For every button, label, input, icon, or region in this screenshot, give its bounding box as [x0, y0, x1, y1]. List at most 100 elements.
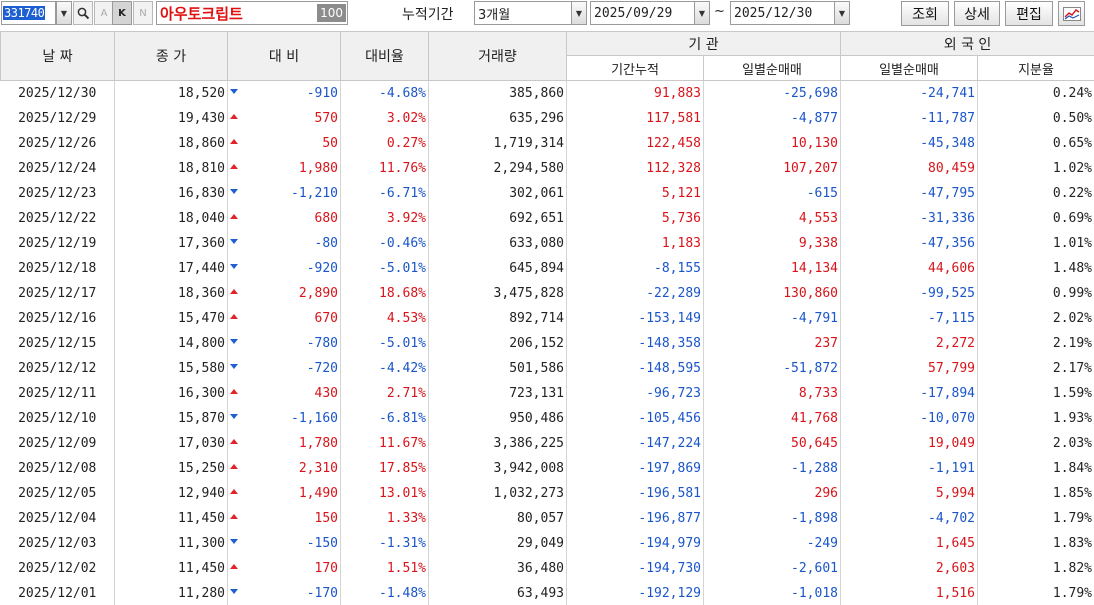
table-row[interactable]: 2025/12/18 17,440 -920 -5.01% 645,894 -8,155 1…: [0, 255, 1094, 281]
cell-close-value: 18,860: [178, 135, 225, 151]
table-row[interactable]: 2025/12/24 18,810 1,980 11.76% 2,294,580 112,…: [0, 155, 1094, 181]
cell-inst-daily-value: 50,645: [791, 435, 838, 451]
table-row[interactable]: 2025/12/09 17,030 1,780 11.67% 3,386,225 -147…: [0, 430, 1094, 456]
edit-button[interactable]: 편집: [1005, 1, 1053, 26]
cell-inst-daily: 50,645: [703, 430, 841, 456]
cell-date: 2025/12/01: [0, 580, 115, 605]
k-button[interactable]: K: [112, 1, 132, 25]
up-triangle-icon: [230, 563, 238, 569]
table-row[interactable]: 2025/12/02 11,450 170 1.51% 36,480 -194,730 -2…: [0, 555, 1094, 581]
a-button[interactable]: A: [94, 1, 114, 25]
cell-change-rate-value: 2.71%: [386, 385, 426, 401]
down-triangle-icon: [230, 238, 238, 244]
stock-code-dropdown-button[interactable]: ▼: [56, 1, 72, 25]
chart-button[interactable]: [1058, 1, 1085, 26]
col-header-inst-cumulative[interactable]: 기간누적: [566, 55, 704, 81]
cell-volume-value: 950,486: [509, 410, 564, 426]
table-row[interactable]: 2025/12/19 17,360 -80 -0.46% 633,080 1,183 9,3…: [0, 230, 1094, 256]
cell-change-value: 2,310: [298, 460, 338, 476]
cell-close: 18,360: [114, 280, 228, 306]
cell-date-value: 2025/12/05: [18, 485, 97, 501]
date-to-input[interactable]: 2025/12/30: [730, 1, 850, 25]
cell-inst-cumulative-value: -22,289: [646, 285, 701, 301]
cell-foreign-daily: -47,795: [840, 180, 978, 206]
table-row[interactable]: 2025/12/01 11,280 -170 -1.48% 63,493 -192,129…: [0, 580, 1094, 605]
cell-change-rate-value: -4.68%: [379, 85, 426, 101]
table-row[interactable]: 2025/12/11 16,300 430 2.71% 723,131 -96,723 8,…: [0, 380, 1094, 406]
col-header-date[interactable]: 날 짜: [0, 31, 115, 81]
n-button[interactable]: N: [133, 1, 153, 25]
table-row[interactable]: 2025/12/15 14,800 -780 -5.01% 206,152 -148,35…: [0, 330, 1094, 356]
cell-foreign-daily-value: 5,994: [935, 485, 975, 501]
cell-close-value: 17,440: [178, 260, 225, 276]
down-triangle-icon: [230, 89, 238, 94]
cell-change: -1,160: [227, 405, 341, 431]
date-to-picker-button[interactable]: ▼: [834, 1, 850, 25]
cell-foreign-daily: 2,603: [840, 555, 978, 581]
cell-volume: 1,719,314: [428, 130, 567, 156]
cell-date-value: 2025/12/03: [18, 535, 97, 551]
cell-close: 19,430: [114, 105, 228, 131]
cell-foreign-daily-value: -47,356: [920, 235, 975, 251]
table-row[interactable]: 2025/12/10 15,870 -1,160 -6.81% 950,486 -105,…: [0, 405, 1094, 431]
cell-date: 2025/12/26: [0, 130, 115, 156]
table-row[interactable]: 2025/12/26 18,860 50 0.27% 1,719,314 122,458 1…: [0, 130, 1094, 156]
detail-button[interactable]: 상세: [954, 1, 1000, 26]
cell-foreign-daily-value: 2,603: [935, 560, 975, 576]
cell-inst-cumulative: -148,358: [566, 330, 704, 356]
cell-foreign-share-value: 2.19%: [1052, 335, 1093, 351]
cell-date-value: 2025/12/02: [18, 560, 97, 576]
cell-inst-daily-value: -249: [806, 535, 838, 551]
table-row[interactable]: 2025/12/17 18,360 2,890 18.68% 3,475,828 -22,…: [0, 280, 1094, 306]
cell-date-value: 2025/12/16: [18, 310, 97, 326]
col-header-change-rate[interactable]: 대비율: [340, 31, 429, 81]
down-triangle-icon: [230, 538, 238, 544]
table-row[interactable]: 2025/12/08 15,250 2,310 17.85% 3,942,008 -197…: [0, 455, 1094, 481]
cell-close: 15,870: [114, 405, 228, 431]
table-row[interactable]: 2025/12/23 16,830 -1,210 -6.71% 302,061 5,121…: [0, 180, 1094, 206]
table-row[interactable]: 2025/12/04 11,450 150 1.33% 80,057 -196,877 -1…: [0, 505, 1094, 531]
query-button[interactable]: 조회: [901, 1, 949, 26]
cell-close-value: 15,580: [178, 360, 225, 376]
cell-foreign-daily: -1,191: [840, 455, 978, 481]
cell-inst-cumulative-value: -147,224: [638, 435, 701, 451]
col-header-change[interactable]: 대 비: [227, 31, 341, 81]
table-row[interactable]: 2025/12/22 18,040 680 3.92% 692,651 5,736 4,55…: [0, 205, 1094, 231]
table-row[interactable]: 2025/12/16 15,470 670 4.53% 892,714 -153,149 -…: [0, 305, 1094, 331]
col-header-close[interactable]: 종 가: [114, 31, 228, 81]
cell-foreign-daily-value: 1,645: [935, 535, 975, 551]
cell-volume: 3,942,008: [428, 455, 567, 481]
cell-inst-cumulative-value: -197,869: [638, 460, 701, 476]
stock-search-button[interactable]: [73, 1, 93, 25]
table-row[interactable]: 2025/12/29 19,430 570 3.02% 635,296 117,581 -4…: [0, 105, 1094, 131]
date-from-picker-button[interactable]: ▼: [694, 1, 710, 25]
date-from-input[interactable]: 2025/09/29: [590, 1, 710, 25]
cell-change-rate-value: -5.01%: [379, 335, 426, 351]
cell-change-rate: 18.68%: [340, 280, 429, 306]
cell-foreign-daily-value: 19,049: [928, 435, 975, 451]
cell-inst-daily-value: -51,872: [783, 360, 838, 376]
period-select[interactable]: 3개월: [474, 1, 586, 25]
col-header-inst-daily[interactable]: 일별순매매: [703, 55, 841, 81]
table-row[interactable]: 2025/12/12 15,580 -720 -4.42% 501,586 -148,59…: [0, 355, 1094, 381]
period-dropdown-button[interactable]: ▼: [571, 1, 587, 25]
table-row[interactable]: 2025/12/30 18,520 -910 -4.68% 385,860 91,883 -…: [0, 80, 1094, 106]
cell-volume: 501,586: [428, 355, 567, 381]
cell-change-rate: 4.53%: [340, 305, 429, 331]
cell-volume: 385,860: [428, 80, 567, 106]
table-row[interactable]: 2025/12/03 11,300 -150 -1.31% 29,049 -194,979…: [0, 530, 1094, 556]
cell-change-rate-value: 11.76%: [379, 160, 426, 176]
cell-close-value: 15,250: [178, 460, 225, 476]
chevron-down-icon: ▼: [838, 8, 846, 18]
col-header-foreign-daily[interactable]: 일별순매매: [840, 55, 978, 81]
cell-change-rate: -0.46%: [340, 230, 429, 256]
cell-foreign-daily-value: -4,702: [928, 510, 975, 526]
cell-change-rate-value: -6.71%: [379, 185, 426, 201]
table-row[interactable]: 2025/12/05 12,940 1,490 13.01% 1,032,273 -196…: [0, 480, 1094, 506]
cell-close-value: 18,360: [178, 285, 225, 301]
cell-inst-cumulative-value: -153,149: [638, 310, 701, 326]
col-header-foreign-share[interactable]: 지분율: [976, 55, 1094, 81]
col-header-volume[interactable]: 거래량: [428, 31, 567, 81]
cell-change-rate: -6.81%: [340, 405, 429, 431]
stock-code-input[interactable]: 331740: [1, 1, 56, 25]
